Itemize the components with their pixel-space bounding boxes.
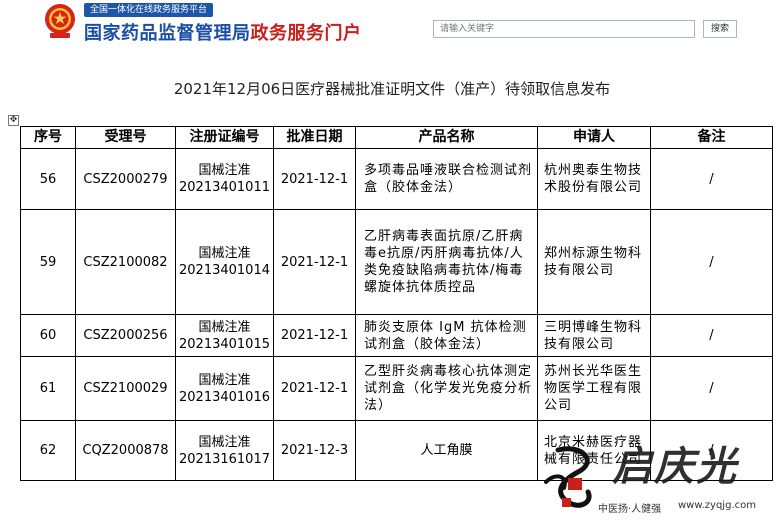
cell-note: /: [650, 420, 773, 481]
cell-applicant: 郑州标源生物科技有限公司: [537, 209, 651, 315]
cell-date: 2021-12-3: [273, 420, 356, 481]
cell-date: 2021-12-1: [273, 209, 356, 315]
reg-number: 20213401014: [179, 263, 270, 278]
cell-date: 2021-12-1: [273, 314, 356, 357]
cell-product: 乙肝病毒表面抗原/乙肝病毒e抗原/丙肝病毒抗体/人类免疫缺陷病毒抗体/梅毒螺旋体…: [355, 209, 538, 315]
page-title: 2021年12月06日医疗器械批准证明文件（准产）待领取信息发布: [173, 80, 611, 98]
cell-reg-no: 国械注准 20213161017: [175, 420, 274, 481]
cell-accept-no: CSZ2100082: [75, 209, 176, 315]
cell-applicant: 三明博峰生物科技有限公司: [537, 314, 651, 357]
table-row: 59 CSZ2100082 国械注准 20213401014 2021-12-1 …: [20, 209, 773, 315]
cell-no: 61: [20, 356, 76, 421]
cell-applicant: 北京米赫医疗器械有限责任公司: [537, 420, 651, 481]
reg-prefix: 国械注准: [198, 372, 251, 388]
cell-no: 60: [20, 314, 76, 357]
table-row: 61 CSZ2100029 国械注准 20213401016 2021-12-1 …: [20, 356, 773, 421]
cell-accept-no: CQZ2000878: [75, 420, 176, 481]
approval-table: 序号 受理号 注册证编号 批准日期 产品名称 申请人 备注 56 CSZ2000…: [20, 126, 773, 481]
portal-title[interactable]: 国家药品监督管理局政务服务门户: [84, 19, 362, 45]
platform-slogan: 全国一体化在线政务服务平台: [84, 3, 214, 17]
col-header-accept-no: 受理号: [75, 126, 176, 149]
reg-number: 20213161017: [179, 451, 270, 467]
cell-applicant: 杭州奥泰生物技术股份有限公司: [537, 148, 651, 210]
watermark-url: www.zyqjg.com: [678, 500, 756, 511]
table-header-row: 序号 受理号 注册证编号 批准日期 产品名称 申请人 备注: [20, 126, 773, 149]
reg-number: 20213401016: [179, 389, 270, 405]
col-header-note: 备注: [650, 126, 773, 149]
col-header-applicant: 申请人: [537, 126, 651, 149]
cell-product: 乙型肝炎病毒核心抗体测定试剂盒（化学发光免疫分析法）: [355, 356, 538, 421]
site-header: 全国一体化在线政务服务平台 国家药品监督管理局政务服务门户 搜索: [0, 0, 784, 58]
cell-accept-no: CSZ2100029: [75, 356, 176, 421]
reg-prefix: 国械注准: [198, 163, 251, 178]
cell-product: 多项毒品唾液联合检测试剂盒（胶体金法）: [355, 148, 538, 210]
search-input[interactable]: [433, 20, 695, 38]
cell-note: /: [650, 148, 773, 210]
cell-no: 59: [20, 209, 76, 315]
cell-reg-no: 国械注准 20213401015: [175, 314, 274, 357]
col-header-date: 批准日期: [273, 126, 356, 149]
table-row: 62 CQZ2000878 国械注准 20213161017 2021-12-3 …: [20, 420, 773, 481]
cell-accept-no: CSZ2000279: [75, 148, 176, 210]
cell-note: /: [650, 314, 773, 357]
cell-product: 人工角膜: [355, 420, 538, 481]
col-header-product: 产品名称: [355, 126, 538, 149]
reg-number: 20213401011: [179, 180, 270, 195]
reg-prefix: 国械注准: [198, 246, 251, 261]
reg-prefix: 国械注准: [198, 434, 251, 450]
cell-applicant: 苏州长光华医生物医学工程有限公司: [537, 356, 651, 421]
watermark-slogan: 中医扬·人健强: [598, 504, 662, 515]
portal-title-portal: 政务服务门户: [250, 23, 362, 44]
cell-product: 肺炎支原体 IgM 抗体检测试剂盒（胶体金法）: [355, 314, 538, 357]
cell-reg-no: 国械注准 20213401016: [175, 356, 274, 421]
reg-prefix: 国械注准: [198, 319, 251, 335]
cell-date: 2021-12-1: [273, 148, 356, 210]
reg-number: 20213401015: [179, 336, 270, 352]
cell-no: 56: [20, 148, 76, 210]
cell-note: /: [650, 356, 773, 421]
search-button[interactable]: 搜索: [703, 20, 737, 38]
cell-reg-no: 国械注准 20213401014: [175, 209, 274, 315]
national-emblem-icon: [45, 4, 75, 38]
cell-note: /: [650, 209, 773, 315]
col-header-no: 序号: [20, 126, 76, 149]
table-row: 56 CSZ2000279 国械注准 20213401011 2021-12-1 …: [20, 148, 773, 210]
cell-no: 62: [20, 420, 76, 481]
portal-title-agency: 国家药品监督管理局: [84, 23, 251, 44]
table-row: 60 CSZ2000256 国械注准 20213401015 2021-12-1 …: [20, 314, 773, 357]
cell-accept-no: CSZ2000256: [75, 314, 176, 357]
cell-reg-no: 国械注准 20213401011: [175, 148, 274, 210]
col-header-reg-no: 注册证编号: [175, 126, 274, 149]
move-handle-icon[interactable]: ✥: [8, 115, 19, 126]
cell-date: 2021-12-1: [273, 356, 356, 421]
